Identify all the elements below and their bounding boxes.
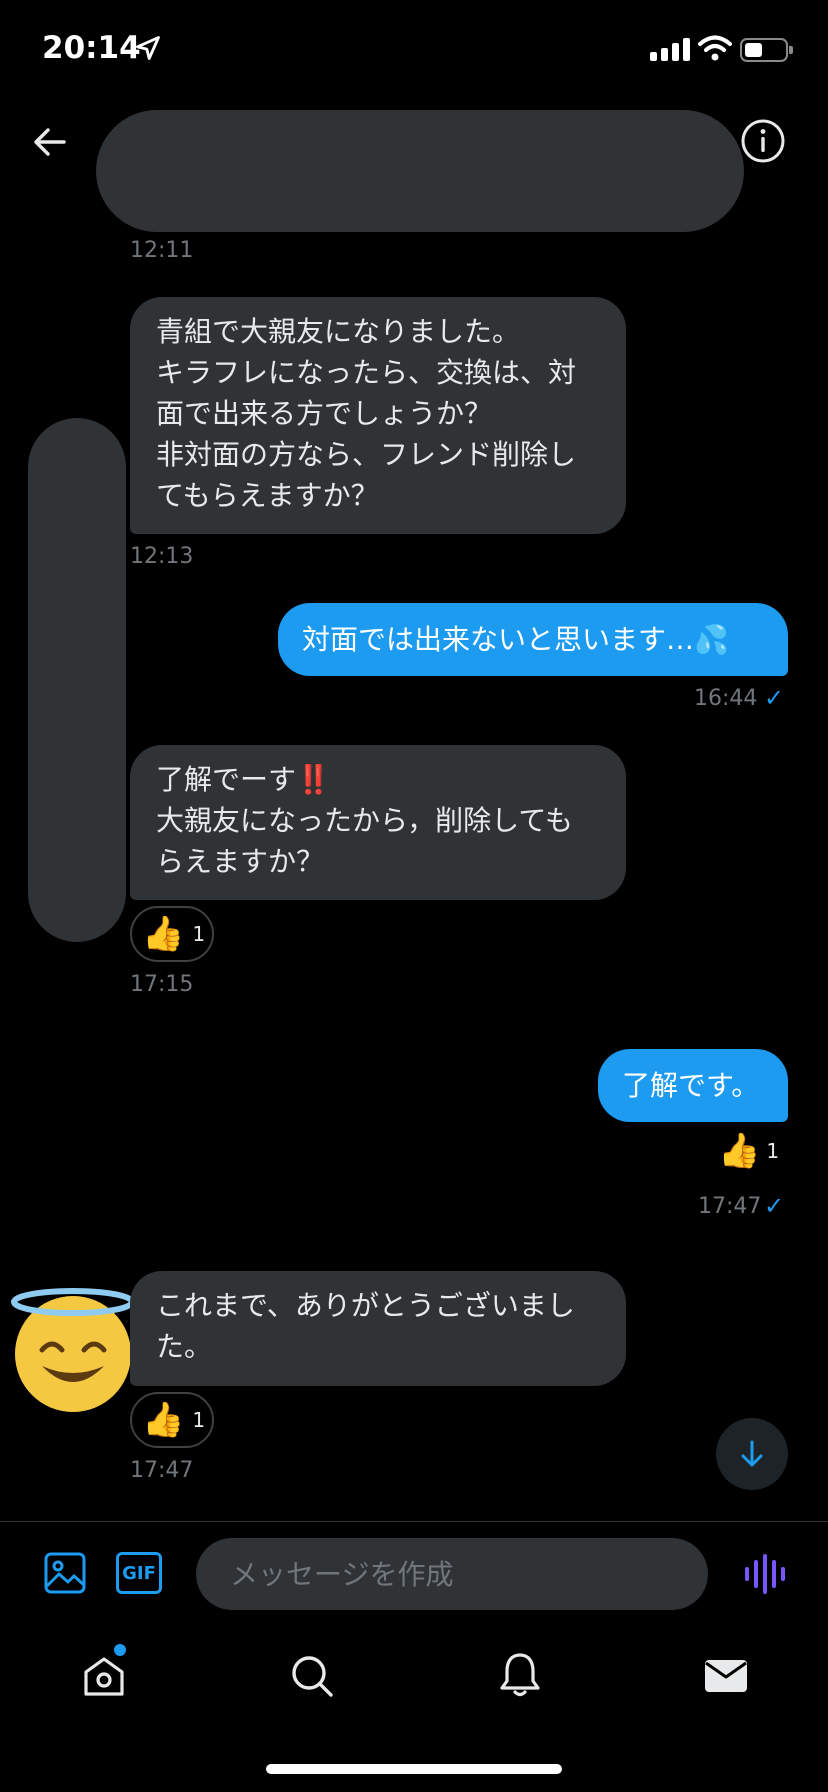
message-text-line: 面で出来る方でしょうか？	[156, 397, 493, 430]
thumbs-up-emoji: 👍	[718, 1131, 761, 1171]
incoming-message-bubble[interactable]: 青組で大親友になりました。 キラフレになったら、交換は、対 面で出来る方でしょう…	[130, 297, 626, 534]
message-timestamp: 12:13	[130, 544, 194, 569]
message-text-line: 了解でーす	[156, 763, 297, 796]
thumbs-up-emoji: 👍	[142, 914, 185, 954]
image-icon[interactable]	[44, 1552, 86, 1594]
message-timestamp: 17:47	[130, 1458, 194, 1483]
bell-icon[interactable]	[496, 1650, 544, 1698]
outgoing-message-bubble[interactable]: 了解です。	[598, 1049, 788, 1122]
message-timestamp: 17:47	[698, 1194, 762, 1219]
message-text-line: これまで、ありがとうございまし	[156, 1289, 575, 1322]
message-timestamp: 17:15	[130, 972, 194, 997]
cellular-signal-icon	[650, 38, 690, 61]
mail-icon[interactable]	[702, 1652, 750, 1700]
message-text-line: 非対面の方なら、フレンド削除し	[156, 438, 577, 471]
double-exclamation-emoji: ‼️	[296, 763, 331, 796]
message-text-line: キラフレになったら、交換は、対	[156, 356, 577, 389]
home-indicator	[266, 1764, 562, 1774]
message-text-line: らえますか？	[156, 845, 325, 878]
message-text-line: 青組で大親友になりました。	[156, 315, 521, 348]
message-text: 対面では出来ないと思います…	[302, 623, 695, 656]
status-time: 20:14	[42, 30, 141, 66]
incoming-message-bubble[interactable]: 了解でーす‼️ 大親友になったから，削除しても らえますか？	[130, 745, 626, 900]
reaction-count: 1	[192, 922, 206, 946]
conversation-title-redacted	[96, 110, 744, 232]
thumbs-up-emoji: 👍	[142, 1400, 185, 1440]
message-text-line: 大親友になったから，削除しても	[156, 804, 573, 837]
reaction-indicator[interactable]: 👍 1	[718, 1134, 779, 1168]
notification-dot	[114, 1644, 126, 1656]
sweat-droplets-emoji: 💦	[694, 623, 729, 656]
sender-avatar-redacted	[28, 418, 126, 942]
message-timestamp: 16:44	[694, 686, 758, 711]
home-icon[interactable]	[80, 1652, 128, 1700]
arrow-down-icon	[741, 1440, 763, 1467]
message-compose-input[interactable]	[196, 1538, 708, 1610]
message-text-line: た。	[156, 1330, 213, 1363]
reaction-count: 1	[192, 1408, 206, 1432]
message-timestamp: 12:11	[130, 238, 194, 263]
search-icon[interactable]	[288, 1652, 336, 1700]
reaction-pill[interactable]: 👍 1	[130, 906, 214, 962]
check-icon: ✓	[764, 684, 785, 712]
message-text-line: てもらえますか？	[156, 479, 379, 512]
composer-divider	[0, 1521, 828, 1522]
location-arrow-icon	[136, 36, 160, 60]
scroll-to-bottom-button[interactable]	[716, 1418, 788, 1490]
incoming-message-bubble[interactable]: これまで、ありがとうございまし た。	[130, 1271, 626, 1386]
message-text: 了解です。	[622, 1069, 760, 1102]
gif-icon[interactable]: GIF	[116, 1552, 162, 1594]
battery-icon	[740, 38, 793, 62]
reaction-count: 1	[766, 1139, 780, 1163]
reaction-pill[interactable]: 👍 1	[130, 1392, 214, 1448]
wifi-icon	[698, 35, 732, 61]
outgoing-message-bubble[interactable]: 対面では出来ないと思います… 💦	[278, 603, 788, 676]
back-arrow-icon[interactable]	[30, 122, 70, 162]
halo-smiling-face-avatar[interactable]	[10, 1286, 136, 1414]
voice-wave-icon[interactable]	[744, 1554, 786, 1594]
check-icon: ✓	[764, 1192, 785, 1220]
info-icon[interactable]	[740, 118, 786, 164]
